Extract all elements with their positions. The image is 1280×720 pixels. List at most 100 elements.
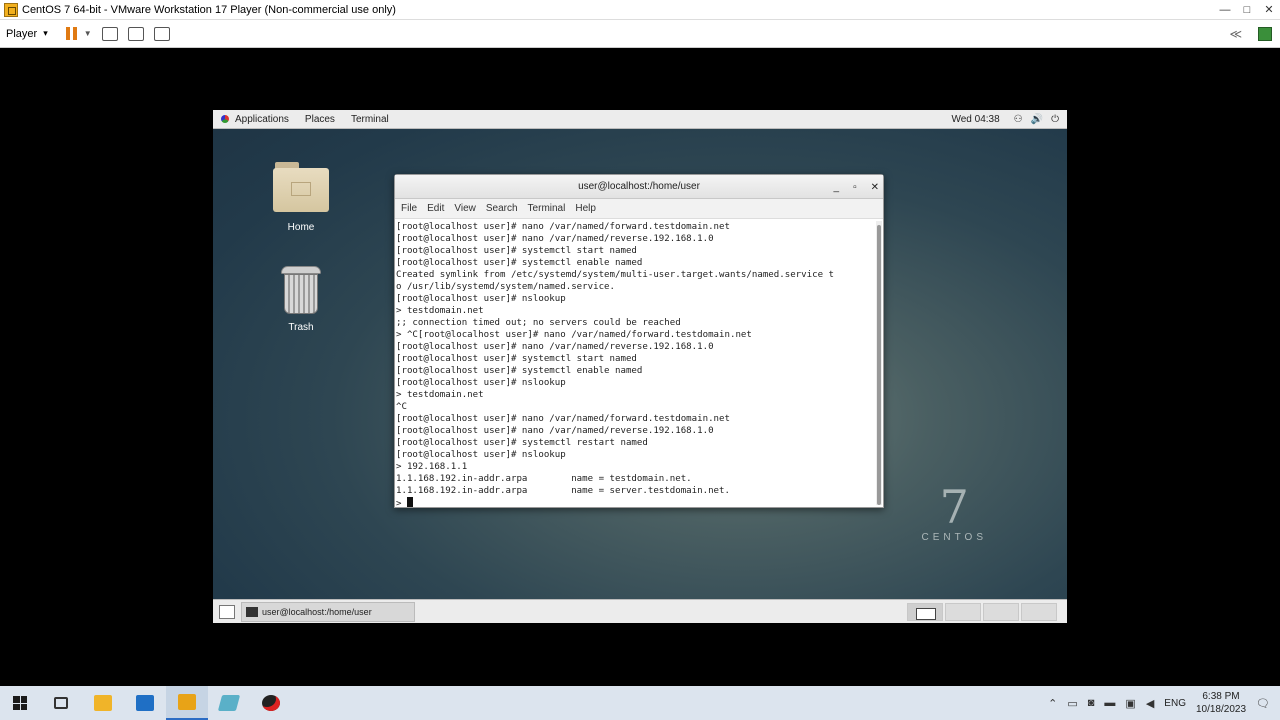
- menu-edit[interactable]: Edit: [427, 203, 444, 214]
- centos-logo: 7 CENTOS: [922, 482, 988, 543]
- vmware-icon: [178, 694, 196, 710]
- power-icon[interactable]: ⏻: [1051, 114, 1059, 125]
- applications-icon: [221, 115, 229, 123]
- window-controls: — □ ✕: [1214, 0, 1280, 20]
- language-indicator[interactable]: ENG: [1164, 698, 1186, 709]
- collapse-toolbar-icon[interactable]: ≪: [1229, 27, 1242, 41]
- terminal-minimize-button[interactable]: _: [834, 182, 840, 193]
- terminal-close-button[interactable]: ✕: [871, 182, 879, 193]
- unity-mode-icon[interactable]: [153, 26, 170, 41]
- network-icon[interactable]: ⚇: [1014, 114, 1023, 125]
- menu-help[interactable]: Help: [575, 203, 596, 214]
- maximize-button[interactable]: □: [1236, 0, 1258, 20]
- workspace-1[interactable]: [907, 602, 943, 621]
- terminal-line: o /usr/lib/systemd/system/named.service.: [396, 282, 615, 292]
- home-desktop-icon[interactable]: Home: [266, 160, 336, 233]
- recorder-icon: [262, 695, 280, 711]
- places-menu[interactable]: Places: [305, 114, 335, 125]
- task-view-button[interactable]: [40, 686, 82, 720]
- player-menu-button[interactable]: Player ▾: [6, 28, 48, 40]
- meet-icon[interactable]: ◙: [1088, 697, 1095, 709]
- home-label: Home: [287, 222, 315, 233]
- workspace-switcher: [907, 602, 1057, 621]
- terminal-menubar: File Edit View Search Terminal Help: [395, 199, 883, 219]
- terminal-maximize-button[interactable]: ▫: [853, 182, 857, 193]
- battery-icon[interactable]: ▬: [1104, 697, 1115, 709]
- vmware-titlebar: CentOS 7 64-bit - VMware Workstation 17 …: [0, 0, 1280, 20]
- terminal-window[interactable]: user@localhost:/home/user _ ▫ ✕ File Edi…: [394, 174, 884, 508]
- trash-desktop-icon[interactable]: Trash: [266, 264, 336, 333]
- volume-icon[interactable]: ◀: [1146, 697, 1154, 710]
- chevron-down-icon[interactable]: ▼: [84, 29, 92, 38]
- terminal-line: > testdomain.net: [396, 306, 484, 316]
- close-button[interactable]: ✕: [1258, 0, 1280, 20]
- menu-terminal[interactable]: Terminal: [528, 203, 566, 214]
- network-icon[interactable]: ▣: [1125, 697, 1135, 710]
- menu-view[interactable]: View: [454, 203, 476, 214]
- windows-logo-icon: [13, 696, 27, 710]
- terminal-line: ^C: [396, 402, 407, 412]
- system-tray: ⌃ ▭ ◙ ▬ ▣ ◀ ENG 6:38 PM 10/18/2023 🗨: [1048, 690, 1270, 716]
- folder-icon: [94, 695, 112, 711]
- terminal-line: [root@localhost user]# systemctl enable …: [396, 366, 643, 376]
- minimize-button[interactable]: —: [1214, 0, 1236, 20]
- send-ctrl-alt-del-icon[interactable]: [101, 26, 118, 41]
- start-button[interactable]: [0, 686, 40, 720]
- terminal-line: Created symlink from /etc/systemd/system…: [396, 270, 834, 280]
- centos-seven: 7: [939, 480, 969, 534]
- terminal-line: [root@localhost user]# systemctl start n…: [396, 354, 637, 364]
- volume-icon[interactable]: 🔊: [1031, 114, 1043, 125]
- terminal-line: ;; connection timed out; no servers coul…: [396, 318, 681, 328]
- home-folder-icon: [273, 160, 329, 212]
- terminal-line: [root@localhost user]# nano /var/named/r…: [396, 234, 714, 244]
- terminal-title: user@localhost:/home/user: [578, 181, 700, 192]
- device-icon[interactable]: ▭: [1067, 697, 1077, 710]
- menu-file[interactable]: File: [401, 203, 417, 214]
- centos-wordmark: CENTOS: [921, 532, 987, 543]
- trash-label: Trash: [288, 322, 314, 333]
- notepad-button[interactable]: [208, 686, 250, 720]
- terminal-scrollbar[interactable]: [876, 221, 882, 505]
- workspace-2[interactable]: [945, 602, 981, 621]
- windows-taskbar: ⌃ ▭ ◙ ▬ ▣ ◀ ENG 6:38 PM 10/18/2023 🗨: [0, 686, 1280, 720]
- terminal-line: > 192.168.1.1: [396, 462, 468, 472]
- notepad-icon: [217, 695, 241, 711]
- file-explorer-button[interactable]: [82, 686, 124, 720]
- terminal-titlebar[interactable]: user@localhost:/home/user _ ▫ ✕: [395, 175, 883, 199]
- tray-chevron-icon[interactable]: ⌃: [1048, 697, 1057, 710]
- vmware-app-icon: [4, 2, 18, 17]
- terminal-line: 1.1.168.192.in-addr.arpa name = server.t…: [396, 486, 730, 496]
- terminal-line: [root@localhost user]# nslookup: [396, 378, 566, 388]
- mail-icon: [136, 695, 154, 711]
- workspace-3[interactable]: [983, 602, 1019, 621]
- recorder-button[interactable]: [250, 686, 292, 720]
- terminal-line: [root@localhost user]# nano /var/named/r…: [396, 426, 714, 436]
- workspace-4[interactable]: [1021, 602, 1057, 621]
- task-view-icon: [54, 697, 68, 709]
- pause-icon[interactable]: [65, 27, 78, 40]
- terminal-line: [root@localhost user]# nano /var/named/f…: [396, 414, 730, 424]
- gnome-window-list: user@localhost:/home/user: [213, 599, 1067, 623]
- vmware-taskbar-button[interactable]: [166, 686, 208, 720]
- terminal-output[interactable]: [root@localhost user]# nano /var/named/f…: [395, 219, 875, 507]
- taskbar-terminal-item[interactable]: user@localhost:/home/user: [241, 601, 415, 622]
- terminal-line: [root@localhost user]# nslookup: [396, 294, 566, 304]
- terminal-prompt: >: [396, 499, 407, 507]
- fit-guest-icon[interactable]: [127, 26, 144, 41]
- taskbar-terminal-label: user@localhost:/home/user: [262, 606, 372, 617]
- guest-desktop[interactable]: Applications Places Terminal Wed 04:38 ⚇…: [213, 110, 1067, 623]
- applications-menu[interactable]: Applications: [235, 114, 289, 125]
- show-desktop-icon[interactable]: [219, 604, 235, 619]
- terminal-menu[interactable]: Terminal: [351, 114, 389, 125]
- terminal-prompt-line[interactable]: >: [396, 497, 875, 507]
- terminal-line: [root@localhost user]# nano /var/named/r…: [396, 342, 714, 352]
- terminal-line: > testdomain.net: [396, 390, 484, 400]
- terminal-line: [root@localhost user]# systemctl enable …: [396, 258, 643, 268]
- clock[interactable]: Wed 04:38: [951, 114, 999, 125]
- mail-button[interactable]: [124, 686, 166, 720]
- window-title: CentOS 7 64-bit - VMware Workstation 17 …: [22, 3, 396, 16]
- notifications-icon[interactable]: 🗨: [1256, 697, 1270, 710]
- vm-status-icon[interactable]: [1258, 26, 1272, 41]
- menu-search[interactable]: Search: [486, 203, 518, 214]
- system-clock[interactable]: 6:38 PM 10/18/2023: [1196, 690, 1246, 716]
